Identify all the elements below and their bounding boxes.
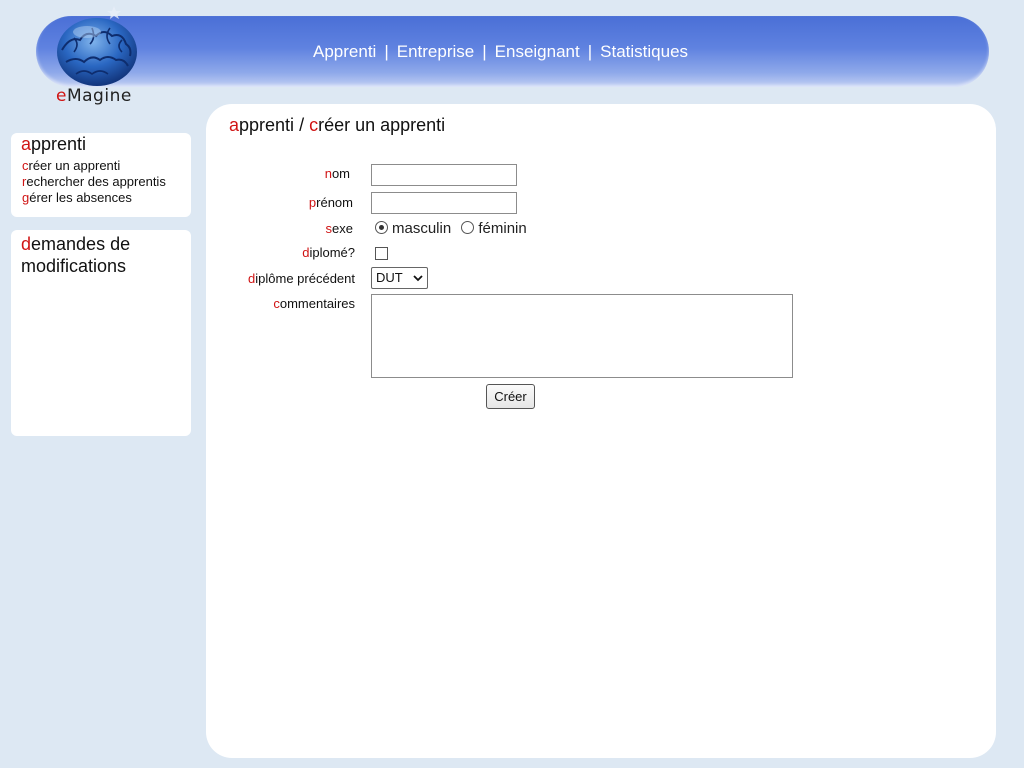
title-rest: pprenti — [31, 134, 87, 154]
sidebar-link-gerer-absences[interactable]: gérer les absences — [22, 190, 181, 206]
select-value: DUT — [376, 270, 403, 285]
creer-button[interactable]: Créer — [486, 384, 535, 409]
label-initial: n — [324, 166, 332, 181]
sidebar-links: créer un apprenti rechercher des apprent… — [21, 158, 181, 206]
title-initial: a — [21, 134, 32, 154]
label-rest: exe — [332, 221, 353, 236]
sidebar-link-rechercher-apprentis[interactable]: rechercher des apprentis — [22, 174, 181, 190]
nav-separator: | — [482, 42, 487, 61]
radio-masculin[interactable] — [375, 221, 388, 234]
sidebar-apprenti-box: apprenti créer un apprenti rechercher de… — [11, 133, 191, 217]
nav-separator: | — [384, 42, 389, 61]
label-rest: iplôme précédent — [255, 271, 355, 286]
sidebar-demandes-box: demandes de modifications — [11, 230, 191, 436]
label-rest: om — [331, 166, 350, 181]
label-rest: iplomé? — [309, 245, 355, 260]
main-panel: apprenti / créer un apprenti nom prénom … — [206, 104, 996, 758]
diplome-label: diplomé? — [215, 245, 355, 260]
logo-text: eMagine — [56, 86, 132, 106]
diplome-precedent-label: diplôme précédent — [215, 271, 355, 286]
sexe-radio-group: masculin féminin — [375, 220, 527, 237]
title-rest: emandes de modifications — [21, 234, 131, 276]
nav-enseignant[interactable]: Enseignant — [495, 42, 580, 61]
breadcrumb-creer: réer un apprenti — [318, 115, 446, 135]
nav-apprenti[interactable]: Apprenti — [313, 42, 376, 61]
link-rest: érer les absences — [29, 190, 132, 205]
breadcrumb-separator: / — [294, 115, 310, 135]
page-title: apprenti / créer un apprenti — [229, 115, 445, 136]
breadcrumb-apprenti: pprenti — [239, 115, 295, 135]
link-rest: réer un apprenti — [28, 158, 121, 173]
prenom-label: prénom — [213, 195, 353, 210]
commentaires-label: commentaires — [215, 296, 355, 311]
sidebar-demandes-title: demandes de modifications — [21, 233, 171, 277]
brain-logo-icon — [57, 6, 137, 86]
logo-first-letter: e — [56, 86, 67, 106]
logo-rest: Magine — [66, 86, 132, 106]
nav-statistiques[interactable]: Statistiques — [600, 42, 688, 61]
chevron-down-icon — [413, 275, 423, 282]
top-navigation: Apprenti | Entreprise | Enseignant | Statistiq… — [313, 42, 688, 62]
title-initial: c — [309, 115, 319, 135]
sidebar-apprenti-title: apprenti — [21, 133, 181, 155]
nom-label: nom — [210, 166, 350, 181]
label-rest: rénom — [316, 195, 353, 210]
nav-entreprise[interactable]: Entreprise — [397, 42, 474, 61]
diplome-checkbox[interactable] — [375, 247, 388, 260]
commentaires-textarea[interactable] — [371, 294, 793, 378]
link-rest: echercher des apprentis — [26, 174, 166, 189]
radio-feminin-label[interactable]: féminin — [478, 220, 526, 237]
prenom-input[interactable] — [371, 192, 517, 214]
diplome-precedent-select[interactable]: DUT — [371, 267, 428, 289]
label-rest: ommentaires — [279, 296, 355, 311]
sexe-label: sexe — [213, 221, 353, 236]
nom-input[interactable] — [371, 164, 517, 186]
nav-separator: | — [587, 42, 593, 61]
sidebar-link-creer-apprenti[interactable]: créer un apprenti — [22, 158, 181, 174]
radio-feminin[interactable] — [461, 221, 475, 234]
radio-masculin-label[interactable]: masculin — [392, 220, 451, 237]
title-initial: a — [229, 115, 240, 135]
title-initial: d — [21, 234, 32, 254]
